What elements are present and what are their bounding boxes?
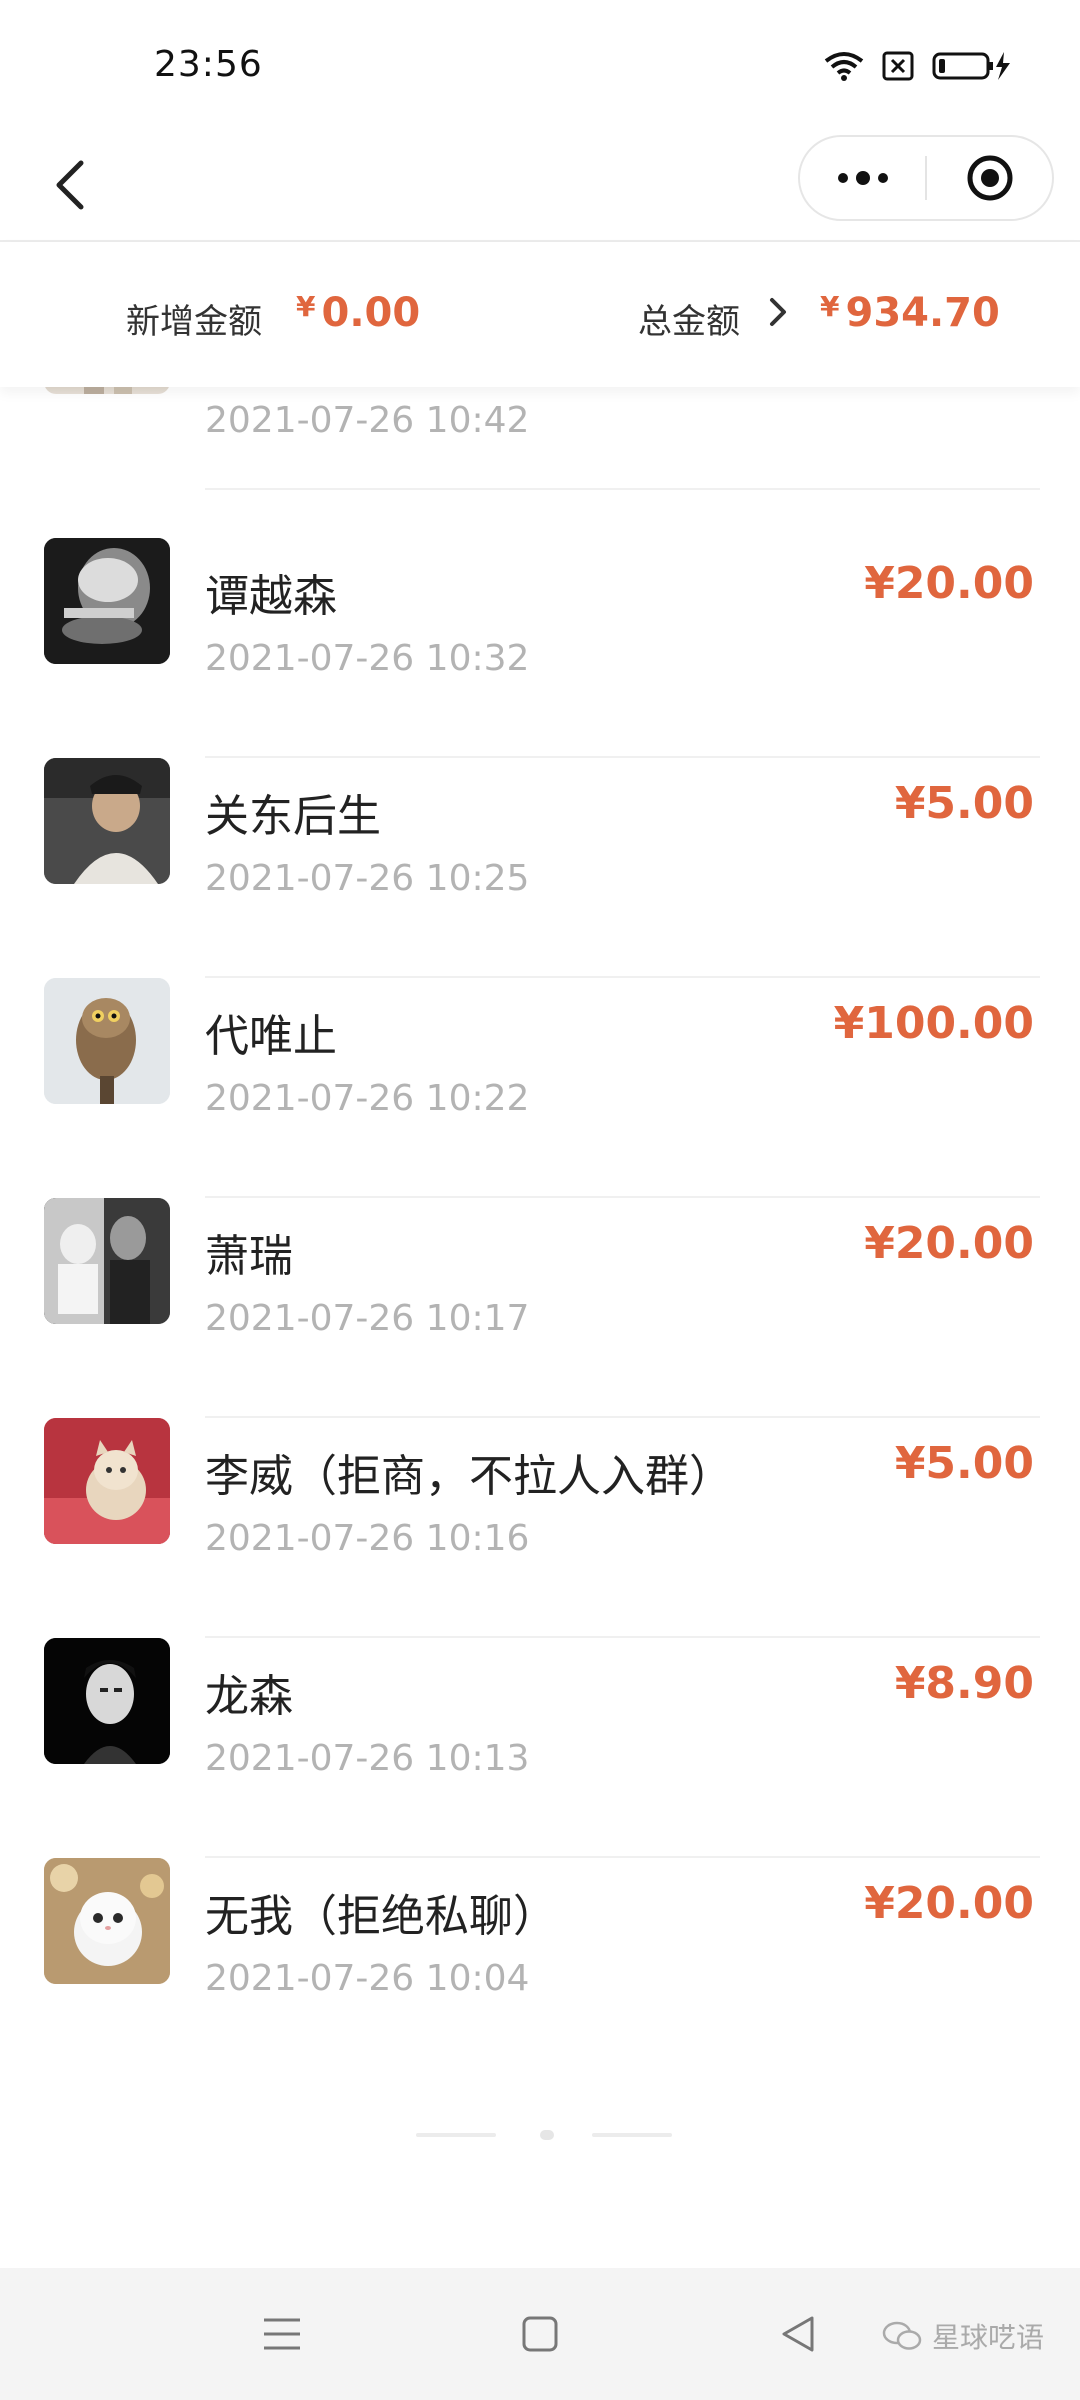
page-indicator-dot: [540, 2130, 554, 2140]
list-item-time: 2021-07-26 10:42: [205, 400, 530, 441]
nav-bar: [0, 135, 1080, 242]
list-item[interactable]: 代唯止 2021-07-26 10:22 ¥100.00: [0, 978, 1080, 1198]
reward-list: 2021-07-26 10:42 谭越森 2021-07-26 10:32 ¥2…: [0, 308, 1080, 2078]
list-item-name: 谭越森: [205, 571, 337, 622]
battery-charging-icon: [932, 52, 1010, 80]
list-item-name: 无我（拒绝私聊）: [205, 1891, 557, 1942]
back-arrow-icon: [56, 160, 84, 210]
list-item-name: 李威（拒商，不拉人入群）: [205, 1451, 733, 1502]
new-amount-label: 新增金额: [126, 302, 262, 342]
system-nav-bar: 星球呓语: [0, 2268, 1080, 2400]
avatar: [44, 978, 170, 1104]
list-item-name: 代唯止: [205, 1011, 337, 1062]
total-amount-currency: ¥: [820, 290, 840, 323]
list-item-name: 龙森: [205, 1671, 293, 1722]
target-close-icon: [967, 155, 1012, 201]
total-amount-label[interactable]: 总金额: [638, 294, 740, 343]
list-item-name: 萧瑞: [205, 1231, 293, 1282]
list-item-time: 2021-07-26 10:22: [205, 1078, 530, 1119]
home-square-icon: [522, 2316, 558, 2352]
list-item-time: 2021-07-26 10:17: [205, 1298, 530, 1339]
page-indicator-bar: [416, 2133, 496, 2137]
wechat-icon: [882, 2321, 922, 2350]
avatar: [44, 538, 170, 664]
status-bar: 23:56: [0, 0, 1080, 135]
close-button[interactable]: [927, 137, 1052, 219]
list-item[interactable]: 谭越森 2021-07-26 10:32 ¥20.00: [0, 538, 1080, 758]
new-amount-currency: ¥: [296, 290, 316, 323]
avatar: [44, 1418, 170, 1544]
list-item[interactable]: 关东后生 2021-07-26 10:25 ¥5.00: [0, 758, 1080, 978]
status-time: 23:56: [154, 44, 263, 85]
list-item-time: 2021-07-26 10:25: [205, 858, 530, 899]
list-item-time: 2021-07-26 10:16: [205, 1518, 530, 1559]
sim-blocked-icon: [882, 51, 914, 81]
list-item[interactable]: 龙森 2021-07-26 10:13 ¥8.90: [0, 1638, 1080, 1858]
list-item-amount: ¥20.00: [864, 1878, 1034, 1929]
list-item-time: 2021-07-26 10:04: [205, 1958, 530, 1999]
avatar: [44, 1638, 170, 1764]
list-item-amount: ¥20.00: [864, 558, 1034, 609]
menu-button[interactable]: [252, 2304, 312, 2364]
summary-header: 新增金额 ¥0.00 总金额 ¥934.70: [0, 242, 1080, 387]
list-item[interactable]: 无我（拒绝私聊） 2021-07-26 10:04 ¥20.00: [0, 1858, 1080, 2078]
list-item-amount: ¥20.00: [864, 1218, 1034, 1269]
wifi-icon: [824, 52, 864, 81]
page-indicator-bar: [592, 2133, 672, 2137]
more-dots-icon: [837, 171, 888, 185]
list-item-amount: ¥100.00: [833, 998, 1034, 1049]
home-button[interactable]: [510, 2304, 570, 2364]
page-indicator: [416, 2130, 676, 2140]
list-item-time: 2021-07-26 10:13: [205, 1738, 530, 1779]
new-amount-number: 0.00: [321, 290, 421, 336]
system-back-button[interactable]: [768, 2304, 828, 2364]
list-item[interactable]: 萧瑞 2021-07-26 10:17 ¥20.00: [0, 1198, 1080, 1418]
status-icons: [824, 50, 1012, 82]
total-amount-number: 934.70: [845, 290, 1000, 336]
list-item-amount: ¥5.00: [894, 1438, 1034, 1489]
list-item-amount: ¥8.90: [894, 1658, 1034, 1709]
new-amount-value: ¥0.00: [296, 290, 420, 336]
list-item-amount: ¥5.00: [894, 778, 1034, 829]
screen: 23:56 新增金额 ¥ 0.00 总金额 ¥ 934.70 2021-07-2…: [0, 0, 1080, 2400]
mini-program-capsule: [798, 135, 1054, 221]
divider: [205, 488, 1040, 490]
more-button[interactable]: [800, 137, 925, 219]
avatar: [44, 1858, 170, 1984]
back-button[interactable]: [30, 145, 110, 225]
avatar: [44, 758, 170, 884]
list-item[interactable]: 李威（拒商，不拉人入群） 2021-07-26 10:16 ¥5.00: [0, 1418, 1080, 1638]
list-item-time: 2021-07-26 10:32: [205, 638, 530, 679]
watermark-text: 星球呓语: [931, 2321, 1044, 2354]
back-triangle-icon: [782, 2316, 814, 2352]
watermark: 星球呓语: [882, 2316, 1044, 2356]
menu-icon: [264, 2318, 300, 2350]
list-item-name: 关东后生: [205, 791, 381, 842]
chevron-right-icon[interactable]: [762, 292, 792, 332]
avatar: [44, 1198, 170, 1324]
total-amount-value[interactable]: ¥934.70: [820, 290, 1000, 336]
